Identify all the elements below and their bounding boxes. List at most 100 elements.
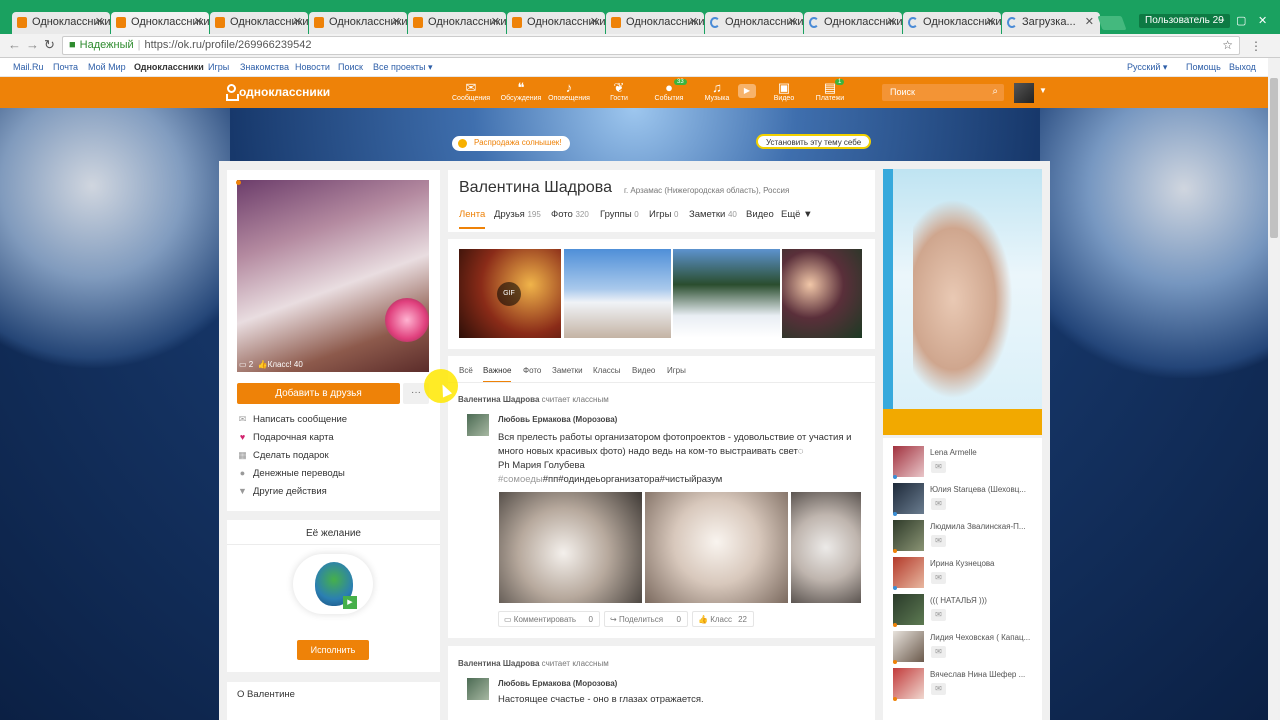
scrollbar-thumb[interactable] <box>1270 78 1278 238</box>
search-link[interactable]: Поиск <box>338 62 363 72</box>
close-tab-icon[interactable]: ✕ <box>986 15 995 28</box>
friend-avatar[interactable] <box>893 557 924 588</box>
tab-feed[interactable]: Лента <box>459 209 486 229</box>
install-theme-button[interactable]: Установить эту тему себе <box>756 134 872 149</box>
close-window-icon[interactable]: ✕ <box>1258 14 1267 27</box>
close-tab-icon[interactable]: ✕ <box>689 15 698 28</box>
comment-button[interactable]: ▭ Комментировать 0 <box>498 611 600 627</box>
other-actions[interactable]: ▼ Другие действия <box>238 486 347 504</box>
friend-name[interactable]: Вячеслав Нина Шефер ... <box>930 670 1034 679</box>
bookmark-star-icon[interactable]: ☆ <box>1222 38 1233 52</box>
browser-tab-active[interactable]: Одноклассники ✕ <box>111 12 209 34</box>
friend-item[interactable]: Ирина Кузнецова ✉ <box>893 557 1043 590</box>
ok-logo[interactable]: одноклассники <box>226 84 330 101</box>
like-button[interactable]: 👍 Класс 22 <box>692 611 754 627</box>
profile-photo[interactable] <box>237 180 429 372</box>
browser-tab[interactable]: Одноклассники ✕ <box>705 12 803 34</box>
profile-badge[interactable]: Пользователь 29 <box>1139 14 1230 28</box>
post-author[interactable]: Любовь Ермакова (Морозова) <box>498 679 617 688</box>
close-tab-icon[interactable]: ✕ <box>788 15 797 28</box>
reload-icon[interactable]: ↻ <box>44 37 55 53</box>
user-avatar[interactable] <box>1014 83 1034 103</box>
gift-card-action[interactable]: ♥ Подарочная карта <box>238 432 347 450</box>
post-image[interactable] <box>499 492 642 603</box>
friend-item[interactable]: Lena Armelle ✉ <box>893 446 1043 479</box>
friend-name[interactable]: ((( НАТАЛЬЯ ))) <box>930 596 1034 605</box>
gif-badge[interactable]: GIF <box>497 282 521 306</box>
message-icon[interactable]: ✉ <box>931 609 946 621</box>
search-icon[interactable]: ⌕ <box>992 86 998 97</box>
about-title[interactable]: О Валентине <box>237 689 295 700</box>
mailru-link[interactable]: Mail.Ru <box>13 62 44 72</box>
friend-avatar[interactable] <box>893 483 924 514</box>
friend-item[interactable]: Юлия Starцева (Шеховц... ✉ <box>893 483 1043 516</box>
hashtag[interactable]: #пп#одиндеьорганизатора#чистыйразум <box>543 474 723 485</box>
friend-name[interactable]: Людмила Звалинская-П... <box>930 522 1034 531</box>
music-play-icon[interactable]: ▶ <box>738 84 756 98</box>
tab-notes[interactable]: Заметки 40 <box>689 209 737 220</box>
browser-tab[interactable]: Одноклассники ✕ <box>903 12 1001 34</box>
photo-thumbnail[interactable] <box>673 249 780 338</box>
post-image[interactable] <box>645 492 788 603</box>
friend-name[interactable]: Лидия Чеховская ( Капац... <box>930 633 1034 642</box>
friend-avatar[interactable] <box>893 520 924 551</box>
message-icon[interactable]: ✉ <box>931 461 946 473</box>
friend-name[interactable]: Lena Armelle <box>930 448 1034 457</box>
close-tab-icon[interactable]: ✕ <box>293 15 302 28</box>
friend-item[interactable]: Вячеслав Нина Шефер ... ✉ <box>893 668 1043 701</box>
send-message-action[interactable]: ✉ Написать сообщение <box>238 414 347 432</box>
help-link[interactable]: Помощь <box>1186 62 1221 72</box>
nav-discussions[interactable]: ❝ Обсуждения <box>498 81 544 103</box>
message-icon[interactable]: ✉ <box>931 498 946 510</box>
maximize-icon[interactable]: ▢ <box>1236 14 1246 27</box>
mail-link[interactable]: Почта <box>53 62 78 72</box>
browser-tab[interactable]: Одноклассники ✕ <box>309 12 407 34</box>
browser-tab[interactable]: Одноклассники ✕ <box>408 12 506 34</box>
photo-thumbnail[interactable] <box>564 249 671 338</box>
friend-name[interactable]: Ирина Кузнецова <box>930 559 1034 568</box>
browser-tab[interactable]: Одноклассники ✕ <box>210 12 308 34</box>
feed-tab-video[interactable]: Видео <box>632 366 655 375</box>
close-tab-icon[interactable]: ✕ <box>1085 15 1094 28</box>
language-select[interactable]: Русский ▾ <box>1127 62 1167 73</box>
chevron-down-icon[interactable]: ▼ <box>1039 86 1047 95</box>
hashtag[interactable]: #сомоеды <box>498 474 543 485</box>
feed-tab-important[interactable]: Важное <box>483 366 512 383</box>
browser-menu-icon[interactable]: ⋮ <box>1250 39 1262 53</box>
message-icon[interactable]: ✉ <box>931 646 946 658</box>
friend-item[interactable]: Лидия Чеховская ( Капац... ✉ <box>893 631 1043 664</box>
browser-tab[interactable]: Одноклассники ✕ <box>606 12 704 34</box>
url-input[interactable]: ■ Надежный | https://ok.ru/profile/26996623… <box>62 36 1240 55</box>
nav-video[interactable]: ▣ Видео <box>761 81 807 103</box>
nav-events[interactable]: ● События 33 <box>646 79 692 102</box>
browser-tab[interactable]: Одноклассники ✕ <box>804 12 902 34</box>
minimize-icon[interactable]: – <box>1218 14 1224 26</box>
search-input[interactable]: Поиск ⌕ <box>882 84 1004 101</box>
feed-tab-photo[interactable]: Фото <box>523 366 541 375</box>
logout-link[interactable]: Выход <box>1229 62 1256 72</box>
friend-avatar[interactable] <box>893 594 924 625</box>
message-icon[interactable]: ✉ <box>931 535 946 547</box>
friend-name[interactable]: Юлия Starцева (Шеховц... <box>930 485 1034 494</box>
nav-music[interactable]: ♫ Музыка <box>694 81 740 103</box>
share-button[interactable]: ↪ Поделиться 0 <box>604 611 688 627</box>
make-gift-action[interactable]: ▦ Сделать подарок <box>238 450 347 468</box>
tab-friends[interactable]: Друзья 195 <box>494 209 541 220</box>
photo-thumbnail[interactable]: GIF <box>459 249 561 338</box>
add-friend-button[interactable]: Добавить в друзья <box>237 383 400 404</box>
ok-link[interactable]: Одноклассники <box>134 62 204 72</box>
close-tab-icon[interactable]: ✕ <box>491 15 500 28</box>
close-tab-icon[interactable]: ✕ <box>392 15 401 28</box>
feed-tab-notes[interactable]: Заметки <box>552 366 583 375</box>
dating-link[interactable]: Знакомства <box>240 62 289 72</box>
money-transfer-action[interactable]: ● Денежные переводы <box>238 468 347 486</box>
feed-tab-games[interactable]: Игры <box>667 366 686 375</box>
message-icon[interactable]: ✉ <box>931 683 946 695</box>
tab-photos[interactable]: Фото 320 <box>551 209 589 220</box>
author-avatar[interactable] <box>467 414 489 436</box>
nav-messages[interactable]: ✉ Сообщения <box>448 81 494 103</box>
tab-groups[interactable]: Группы 0 <box>600 209 639 220</box>
tab-more[interactable]: Ещё ▼ <box>781 209 812 220</box>
friend-avatar[interactable] <box>893 446 924 477</box>
friend-item[interactable]: ((( НАТАЛЬЯ ))) ✉ <box>893 594 1043 627</box>
